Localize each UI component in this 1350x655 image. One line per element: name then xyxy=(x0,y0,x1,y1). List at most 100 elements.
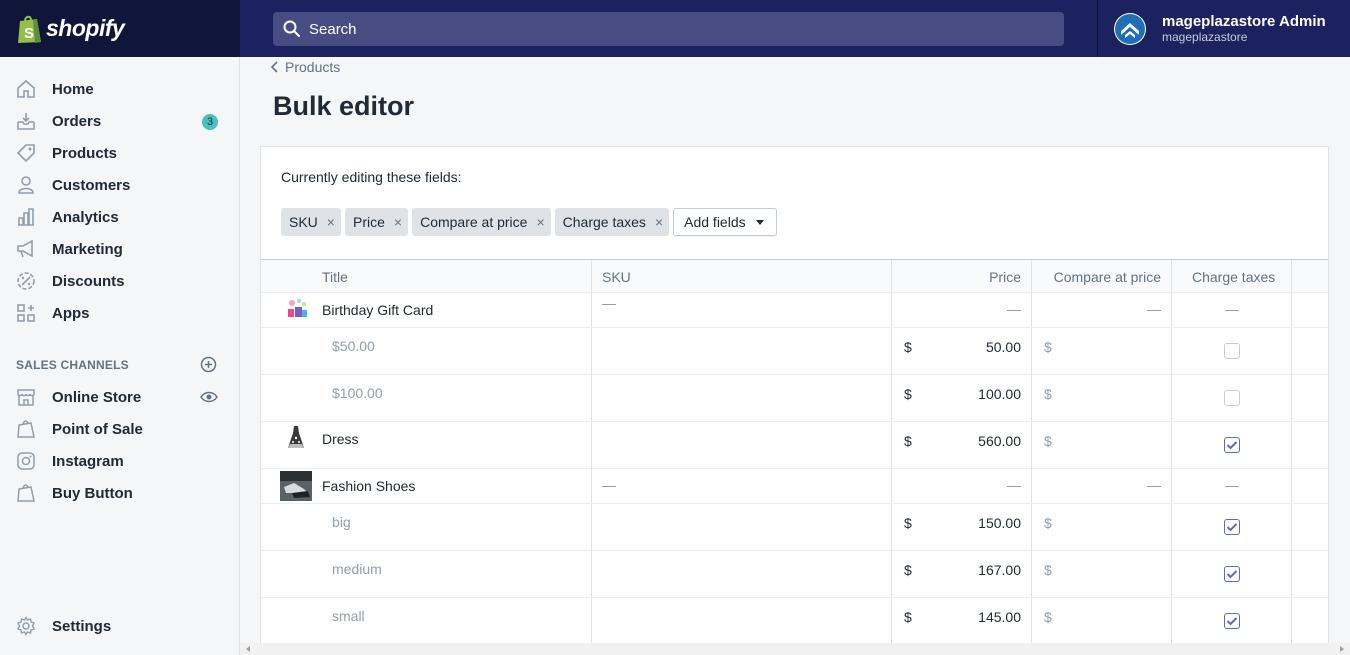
sidebar-item-discounts[interactable]: Discounts xyxy=(0,265,239,297)
sidebar-item-settings[interactable]: Settings xyxy=(0,610,239,642)
shopify-bag-icon: S xyxy=(18,15,41,43)
price-input[interactable]: $ 145.00 xyxy=(892,598,1032,643)
sidebar-item-label: Marketing xyxy=(52,240,123,258)
table-row: medium $ 167.00 $ xyxy=(261,551,1328,598)
remove-field-button[interactable]: × xyxy=(327,214,335,230)
add-fields-button[interactable]: Add fields xyxy=(673,208,777,236)
checkmark-icon xyxy=(1226,570,1238,579)
add-sales-channel-icon[interactable] xyxy=(200,356,217,373)
sku-input[interactable] xyxy=(592,422,892,468)
shopping-bag-icon xyxy=(17,484,35,502)
field-tag-label: Compare at price xyxy=(420,214,528,230)
sku-input[interactable] xyxy=(592,328,892,374)
field-tags: SKU × Price × Compare at price × Charge … xyxy=(281,208,777,236)
charge-taxes-checkbox[interactable] xyxy=(1224,519,1240,535)
compare-at-price-input[interactable]: $ xyxy=(1032,504,1172,550)
checkmark-icon xyxy=(1226,523,1238,532)
svg-text:S: S xyxy=(24,25,34,42)
table-row: big $ 150.00 $ xyxy=(261,504,1328,551)
compare-at-price-input[interactable]: $ xyxy=(1032,598,1172,643)
field-tag-sku: SKU × xyxy=(281,208,341,236)
price-input[interactable]: $ 150.00 xyxy=(892,504,1032,550)
breadcrumb-products-link[interactable]: Products xyxy=(285,59,340,75)
field-tag-compare-at-price: Compare at price × xyxy=(412,208,551,236)
price-value: 150.00 xyxy=(978,515,1021,531)
sku-input[interactable] xyxy=(592,504,892,550)
price-value: 50.00 xyxy=(985,339,1021,355)
breadcrumb[interactable]: Products xyxy=(270,59,340,75)
currency-symbol: $ xyxy=(904,433,912,449)
remove-field-button[interactable]: × xyxy=(536,214,544,230)
orders-icon xyxy=(17,113,35,130)
add-fields-label: Add fields xyxy=(684,214,746,230)
price-input[interactable]: $ 50.00 xyxy=(892,328,1032,374)
editing-fields-label: Currently editing these fields: xyxy=(281,169,462,185)
sku-input[interactable] xyxy=(592,598,892,643)
currency-symbol: $ xyxy=(904,515,912,531)
empty-dash xyxy=(1007,310,1021,311)
sidebar-item-orders[interactable]: Orders 3 xyxy=(0,105,239,137)
sidebar: Home Orders 3 Products Customers Analyti… xyxy=(0,57,240,655)
sidebar-item-buy-button[interactable]: Buy Button xyxy=(0,477,239,509)
currency-symbol: $ xyxy=(1044,515,1052,531)
shopify-logo[interactable]: S shopify xyxy=(0,0,240,57)
field-tag-label: Price xyxy=(352,214,385,230)
charge-taxes-checkbox[interactable] xyxy=(1224,343,1240,359)
sidebar-item-customers[interactable]: Customers xyxy=(0,169,239,201)
sidebar-item-marketing[interactable]: Marketing xyxy=(0,233,239,265)
compare-at-price-input[interactable]: $ xyxy=(1032,422,1172,468)
charge-taxes-checkbox[interactable] xyxy=(1224,437,1240,453)
product-title[interactable]: Dress xyxy=(322,431,359,447)
scroll-left-arrow-icon[interactable] xyxy=(246,646,250,652)
sidebar-item-products[interactable]: Products xyxy=(0,137,239,169)
empty-dash xyxy=(1147,486,1161,487)
search-bar[interactable]: Search xyxy=(273,12,1064,46)
table-row: $50.00 $ 50.00 $ xyxy=(261,328,1328,375)
charge-taxes-checkbox[interactable] xyxy=(1224,566,1240,582)
vertical-scrollbar[interactable] xyxy=(1343,57,1350,643)
sidebar-item-home[interactable]: Home xyxy=(0,73,239,105)
sidebar-item-instagram[interactable]: Instagram xyxy=(0,445,239,477)
apps-icon xyxy=(17,304,35,322)
horizontal-scrollbar[interactable] xyxy=(240,643,1350,655)
compare-at-price-input[interactable]: $ xyxy=(1032,328,1172,374)
price-input[interactable]: $ 560.00 xyxy=(892,422,1032,468)
product-title[interactable]: Birthday Gift Card xyxy=(322,302,433,318)
sku-input[interactable] xyxy=(592,551,892,597)
sku-input[interactable] xyxy=(592,375,892,421)
sidebar-item-point-of-sale[interactable]: Point of Sale xyxy=(0,413,239,445)
empty-dash xyxy=(1225,486,1239,487)
sidebar-item-label: Discounts xyxy=(52,272,125,290)
price-input[interactable]: $ 100.00 xyxy=(892,375,1032,421)
price-input[interactable]: $ 167.00 xyxy=(892,551,1032,597)
price-value: 560.00 xyxy=(978,433,1021,449)
sidebar-item-analytics[interactable]: Analytics xyxy=(0,201,239,233)
remove-field-button[interactable]: × xyxy=(394,214,402,230)
compare-at-price-input[interactable]: $ xyxy=(1032,551,1172,597)
compare-at-price-input[interactable]: $ xyxy=(1032,375,1172,421)
currency-symbol: $ xyxy=(1044,386,1052,402)
table-row: $100.00 $ 100.00 $ xyxy=(261,375,1328,422)
empty-dash xyxy=(1225,310,1239,311)
charge-taxes-checkbox[interactable] xyxy=(1224,613,1240,629)
editing-fields-card: Currently editing these fields: SKU × Pr… xyxy=(260,146,1329,259)
currency-symbol: $ xyxy=(1044,609,1052,625)
eye-icon[interactable] xyxy=(200,389,218,405)
account-name: mageplazastore Admin xyxy=(1162,13,1326,30)
charge-taxes-checkbox[interactable] xyxy=(1224,390,1240,406)
field-tag-price: Price × xyxy=(344,208,409,236)
search-input[interactable]: Search xyxy=(309,21,357,38)
table-row: Fashion Shoes xyxy=(261,469,1328,504)
scroll-right-arrow-icon[interactable] xyxy=(1340,646,1344,652)
currency-symbol: $ xyxy=(1044,339,1052,355)
sidebar-item-apps[interactable]: Apps xyxy=(0,297,239,329)
avatar[interactable] xyxy=(1114,12,1146,45)
remove-field-button[interactable]: × xyxy=(655,214,663,230)
account-menu[interactable]: mageplazastore Admin mageplazastore xyxy=(1097,0,1350,57)
sidebar-item-label: Analytics xyxy=(52,208,119,226)
sidebar-item-label: Home xyxy=(52,80,94,98)
sidebar-item-online-store[interactable]: Online Store xyxy=(0,381,239,413)
price-value: 100.00 xyxy=(978,386,1021,402)
instagram-icon xyxy=(17,452,35,470)
product-title[interactable]: Fashion Shoes xyxy=(322,478,415,494)
